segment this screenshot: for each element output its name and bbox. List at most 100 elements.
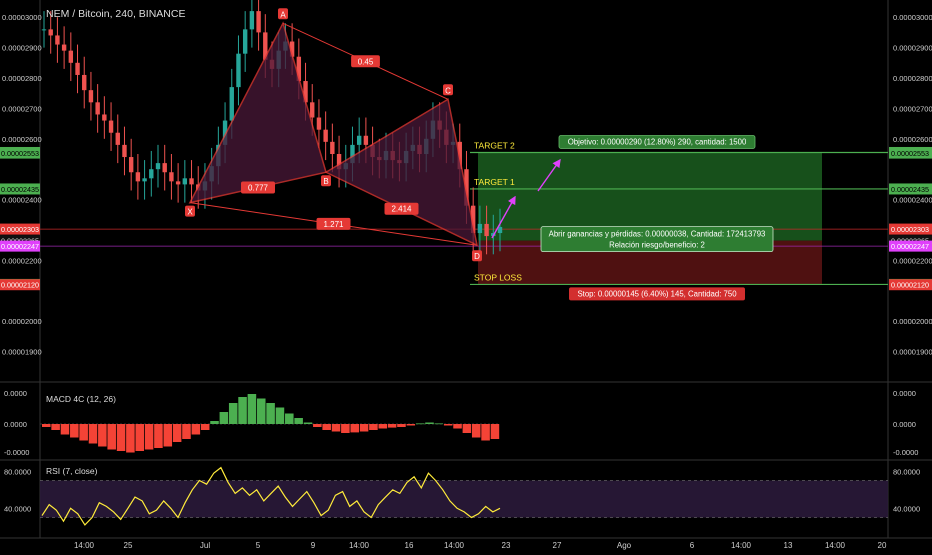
macd-bar	[70, 424, 79, 438]
price-tick-right: 0.00003000	[893, 13, 932, 22]
price-tag-text: 0.00002247	[1, 242, 39, 251]
time-tick: Jul	[200, 541, 210, 550]
rsi-label: RSI (7, close)	[46, 466, 98, 476]
rsi-tick-left: 80.0000	[4, 467, 31, 476]
candle-body	[48, 29, 53, 36]
pattern-point-label: D	[474, 252, 480, 261]
price-tick-right: 0.00002800	[893, 74, 932, 83]
candle-body	[356, 135, 362, 145]
macd-bar	[378, 424, 388, 429]
macd-bar	[182, 424, 191, 439]
macd-bar	[285, 413, 294, 424]
macd-bar	[369, 424, 378, 430]
macd-bar	[238, 397, 247, 424]
candle-body	[162, 163, 167, 173]
macd-bar	[88, 424, 98, 444]
candle-body	[236, 53, 241, 88]
price-tick-right: 0.00002200	[893, 256, 932, 265]
candle-body	[316, 117, 322, 130]
time-tick: 5	[256, 541, 261, 550]
candle-body	[128, 157, 134, 173]
macd-bar	[266, 403, 275, 424]
macd-bar	[154, 424, 163, 448]
target-info-text: Objetivo: 0.00000290 (12.80%) 290, canti…	[568, 137, 747, 146]
candle-body	[135, 172, 141, 182]
candle-body	[115, 132, 120, 145]
rsi-tick-right: 40.0000	[893, 504, 920, 513]
candle-body	[102, 114, 107, 121]
price-tag-text: 0.00002435	[1, 185, 39, 194]
level-label: STOP LOSS	[474, 272, 522, 282]
time-tick: 14:00	[825, 541, 846, 550]
chart-title: NEM / Bitcoin, 240, BINANCE	[46, 8, 185, 20]
time-tick: 20	[878, 541, 887, 550]
macd-bar	[98, 424, 107, 447]
candle-body	[108, 120, 114, 133]
time-tick: 16	[405, 541, 414, 550]
macd-bar	[490, 424, 500, 439]
time-tick: 23	[502, 541, 511, 550]
macd-bar	[79, 424, 88, 441]
price-tick-right: 0.00002400	[893, 196, 932, 205]
price-tick-left: 0.00003000	[2, 13, 42, 22]
macd-bar	[191, 424, 201, 435]
macd-bar	[228, 403, 238, 424]
time-tick: Ago	[617, 541, 632, 550]
candle-body	[330, 141, 335, 154]
macd-bar	[313, 424, 322, 427]
candle-body	[149, 169, 154, 179]
candle-body	[41, 29, 47, 31]
macd-bar	[144, 424, 154, 450]
ratio-label: 0.777	[248, 183, 269, 192]
price-tick-right: 0.00002600	[893, 135, 932, 144]
macd-bar	[359, 424, 369, 432]
time-tick: 27	[553, 541, 562, 550]
macd-bar	[322, 424, 331, 430]
time-tick: 25	[124, 541, 133, 550]
macd-bar	[481, 424, 490, 441]
macd-bar	[116, 424, 126, 451]
candle-body	[256, 11, 261, 33]
rsi-tick-left: 40.0000	[4, 504, 31, 513]
ratio-label: 0.45	[358, 57, 374, 66]
macd-tick-left: 0.0000	[4, 420, 27, 429]
rsi-tick-right: 80.0000	[893, 467, 920, 476]
price-tick-left: 0.00002700	[2, 104, 42, 113]
macd-bar	[415, 423, 425, 425]
price-tick-left: 0.00002900	[2, 44, 42, 53]
time-tick: 14:00	[444, 541, 465, 550]
macd-bar	[126, 424, 135, 453]
candle-body	[189, 178, 194, 185]
macd-bar	[107, 424, 116, 450]
chart-canvas[interactable]: TARGET 2 TARGET 1 STOP LOSS X A B C D 0.45 0.777…	[0, 0, 932, 550]
macd-bar	[303, 422, 313, 424]
macd-bar	[275, 407, 285, 424]
price-tick-left: 0.00002200	[2, 256, 42, 265]
candle-body	[75, 62, 80, 75]
macd-bar	[387, 424, 397, 428]
price-tick-left: 0.00002600	[2, 135, 42, 144]
candle-body	[142, 178, 147, 182]
price-tag-text: 0.00002553	[891, 149, 929, 158]
candle-body	[182, 178, 188, 185]
macd-bar	[247, 394, 257, 424]
chart-root: TARGET 2 TARGET 1 STOP LOSS X A B C D 0.45 0.777…	[0, 0, 932, 550]
macd-bar	[443, 424, 453, 426]
candle-body	[477, 223, 483, 234]
candle-body	[242, 29, 248, 54]
price-tag-text: 0.00002247	[891, 242, 929, 251]
candle-body	[68, 50, 74, 63]
candle-body	[310, 102, 315, 118]
macd-bar	[256, 398, 266, 424]
candle-body	[61, 44, 67, 51]
price-tick-right: 0.00002900	[893, 44, 932, 53]
stop-info-text: Stop: 0.00000145 (6.40%) 145, Cantidad: …	[577, 289, 737, 298]
price-tick-left: 0.00002000	[2, 317, 42, 326]
candle-body	[82, 74, 87, 91]
time-tick: 14:00	[74, 541, 95, 550]
macd-bar	[210, 421, 219, 424]
price-tick-right: 0.00002700	[893, 104, 932, 113]
candle-body	[95, 102, 100, 115]
macd-bar	[434, 423, 444, 425]
macd-bar	[425, 422, 434, 424]
